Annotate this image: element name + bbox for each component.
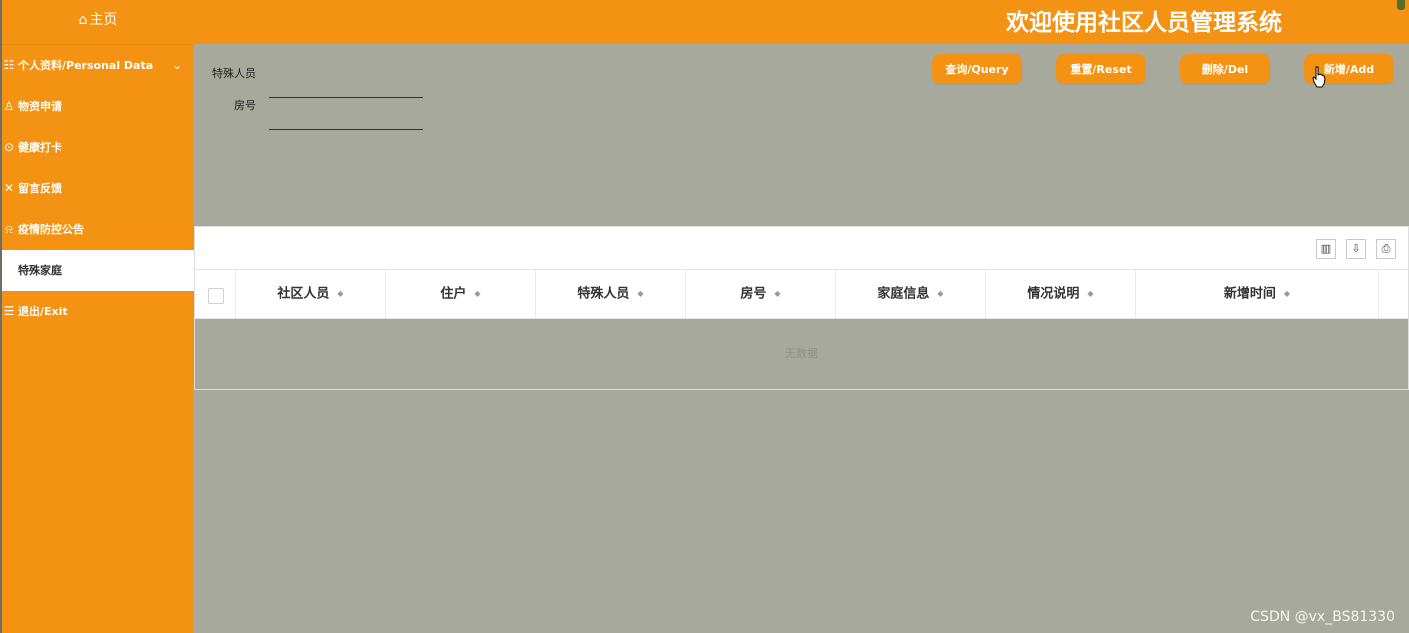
column-label: 特殊人员 <box>577 286 630 302</box>
column-label: 住户 <box>440 286 467 302</box>
field-label: 房号 <box>234 99 256 112</box>
column-header[interactable]: 情况说明 ◆ <box>986 270 1136 318</box>
user-card-icon: ☷ <box>3 58 15 72</box>
select-all-cell <box>195 270 236 318</box>
chevron-down-icon: ⌄ <box>171 58 182 72</box>
home-label: 主页 <box>89 12 118 28</box>
column-label: 情况说明 <box>1027 286 1080 302</box>
column-header[interactable]: 新增时间 ◆ <box>1136 270 1379 318</box>
tools-icon: ✕ <box>3 181 15 195</box>
watermark: CSDN @vx_BS81330 <box>1250 609 1395 625</box>
export-icon[interactable]: ⇩ <box>1346 239 1366 259</box>
column-header[interactable]: 住户 ◆ <box>386 270 536 318</box>
search-panel: 特殊人员 房号 查询/Query 重置/Reset 删除/Del 新增/Add <box>194 44 1409 226</box>
sidebar-item-label: 疫情防控公告 <box>18 223 84 236</box>
column-label: 房号 <box>740 286 767 302</box>
column-label: 社区人员 <box>277 286 330 302</box>
sidebar-item-label: 特殊家庭 <box>18 264 62 277</box>
sort-icon[interactable]: ◆ <box>637 289 643 298</box>
column-label: 新增时间 <box>1223 286 1276 302</box>
exit-icon: ☰ <box>3 304 15 318</box>
sort-icon[interactable]: ◆ <box>474 289 480 298</box>
sidebar-item-health-checkin[interactable]: ⊙ 健康打卡 <box>2 127 194 168</box>
top-header: 欢迎使用社区人员管理系统 <box>194 0 1409 44</box>
sidebar-home[interactable]: ⌂ 主页 <box>2 0 194 45</box>
select-all-checkbox[interactable] <box>208 288 224 304</box>
sidebar: ⌂ 主页 ☷ 个人资料/Personal Data ⌄ ♙ 物资申请 ⊙ 健康打卡 ✕ 留… <box>0 0 194 633</box>
column-header[interactable]: 特殊人员 ◆ <box>536 270 686 318</box>
clock-icon: ⊙ <box>3 140 15 154</box>
empty-state: 无数据 <box>195 319 1408 389</box>
sidebar-item-label: 留言反馈 <box>18 182 62 195</box>
sidebar-item-feedback[interactable]: ✕ 留言反馈 <box>2 168 194 209</box>
sidebar-item-special-family[interactable]: 特殊家庭 <box>2 250 194 291</box>
sidebar-item-personal-data[interactable]: ☷ 个人资料/Personal Data ⌄ <box>2 45 194 86</box>
special-person-input[interactable] <box>269 79 423 98</box>
user-icon: ♙ <box>3 99 15 113</box>
sort-icon[interactable]: ◆ <box>774 289 780 298</box>
table-header: 社区人员 ◆ 住户 ◆ 特殊人员 ◆ 房号 ◆ 家庭信息 ◆ 情况说明 ◆ 新增时间 ◆ <box>195 269 1408 319</box>
sidebar-item-label: 物资申请 <box>18 100 62 113</box>
sidebar-item-label: 退出/Exit <box>18 305 68 318</box>
table-toolbar: ▥ ⇩ ⎙ <box>195 227 1408 269</box>
sidebar-item-exit[interactable]: ☰ 退出/Exit <box>2 291 194 332</box>
search-field-special-person: 特殊人员 <box>194 65 434 98</box>
home-icon: ⌂ <box>78 12 88 28</box>
bell-icon: ⍾ <box>5 222 13 236</box>
search-field-room: 房号 <box>194 97 434 130</box>
page-title: 欢迎使用社区人员管理系统 <box>1006 10 1282 36</box>
sidebar-item-label: 健康打卡 <box>18 141 62 154</box>
field-label: 特殊人员 <box>212 67 256 80</box>
sort-icon[interactable]: ◆ <box>1087 289 1093 298</box>
delete-button[interactable]: 删除/Del <box>1180 54 1270 84</box>
column-label: 家庭信息 <box>877 286 930 302</box>
query-button[interactable]: 查询/Query <box>932 54 1022 84</box>
data-table: ▥ ⇩ ⎙ 社区人员 ◆ 住户 ◆ 特殊人员 ◆ 房号 ◆ 家庭信息 ◆ 情况说明 ◆ 新增… <box>194 226 1409 390</box>
hand-cursor-icon <box>1312 66 1326 88</box>
sidebar-item-announcement[interactable]: ⍾ 疫情防控公告 <box>2 209 194 250</box>
reset-button[interactable]: 重置/Reset <box>1056 54 1146 84</box>
column-header[interactable]: 家庭信息 ◆ <box>836 270 986 318</box>
column-header[interactable]: 房号 ◆ <box>686 270 836 318</box>
sidebar-item-supplies[interactable]: ♙ 物资申请 <box>2 86 194 127</box>
app-root: ⌂ 主页 ☷ 个人资料/Personal Data ⌄ ♙ 物资申请 ⊙ 健康打卡 ✕ 留… <box>0 0 1409 633</box>
corner-indicator <box>1397 0 1405 10</box>
room-number-input[interactable] <box>269 111 423 130</box>
sort-icon[interactable]: ◆ <box>337 289 343 298</box>
print-icon[interactable]: ⎙ <box>1376 239 1396 259</box>
columns-icon[interactable]: ▥ <box>1316 239 1336 259</box>
column-header[interactable]: 社区人员 ◆ <box>236 270 386 318</box>
sort-icon[interactable]: ◆ <box>937 289 943 298</box>
sidebar-item-label: 个人资料/Personal Data <box>18 59 154 72</box>
sort-icon[interactable]: ◆ <box>1284 289 1290 298</box>
